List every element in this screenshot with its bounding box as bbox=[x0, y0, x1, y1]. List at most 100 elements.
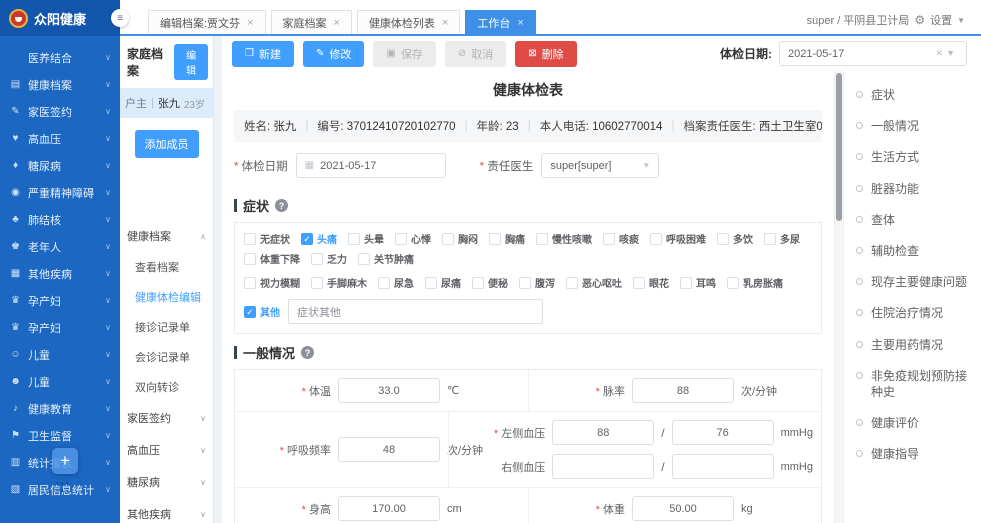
symptom-checkbox-体重下降[interactable]: 体重下降 bbox=[244, 251, 300, 266]
resp-input[interactable]: 48 bbox=[338, 437, 440, 462]
symptom-checkbox-视力模糊[interactable]: 视力模糊 bbox=[244, 275, 300, 290]
symptom-checkbox-慢性咳嗽[interactable]: 慢性咳嗽 bbox=[536, 231, 592, 246]
anchor-一般情况[interactable]: 一般情况 bbox=[856, 118, 973, 134]
height-input[interactable]: 170.00 bbox=[338, 496, 440, 521]
symptom-checkbox-无症状[interactable]: 无症状 bbox=[244, 231, 290, 246]
family-menu-糖尿病[interactable]: 糖尿病∨ bbox=[120, 466, 213, 498]
symptom-checkbox-心悸[interactable]: 心悸 bbox=[395, 231, 431, 246]
family-submenu-接诊记录单[interactable]: 接诊记录单 bbox=[120, 312, 213, 342]
sidebar-item-卫生监督[interactable]: ⚑卫生监督∨ bbox=[0, 422, 120, 449]
anchor-症状[interactable]: 症状 bbox=[856, 87, 973, 103]
symptom-checkbox-尿急[interactable]: 尿急 bbox=[378, 275, 414, 290]
sidebar-item-孕产妇[interactable]: ♛孕产妇∨ bbox=[0, 287, 120, 314]
symptom-checkbox-胸闷[interactable]: 胸闷 bbox=[442, 231, 478, 246]
exam-date-select[interactable]: 2021-05-17 ✕▼ bbox=[779, 41, 967, 66]
anchor-dot-icon bbox=[856, 309, 863, 316]
sidebar-item-家医签约[interactable]: ✎家医签约∨ bbox=[0, 98, 120, 125]
tab-4[interactable]: 工作台× bbox=[465, 10, 535, 34]
symptom-checkbox-手脚麻木[interactable]: 手脚麻木 bbox=[311, 275, 367, 290]
vertical-scrollbar[interactable] bbox=[834, 71, 843, 523]
family-submenu-会诊记录单[interactable]: 会诊记录单 bbox=[120, 342, 213, 372]
symptom-checkbox-眼花[interactable]: 眼花 bbox=[633, 275, 669, 290]
clear-icon[interactable]: ✕ bbox=[936, 48, 947, 58]
edit-family-button[interactable]: 编辑 bbox=[174, 44, 208, 80]
symptom-checkbox-耳鸣[interactable]: 耳鸣 bbox=[680, 275, 716, 290]
anchor-查体[interactable]: 查体 bbox=[856, 212, 973, 228]
anchor-非免疫规划预防接种史[interactable]: 非免疫规划预防接种史 bbox=[856, 368, 973, 400]
weight-input[interactable]: 50.00 bbox=[632, 496, 734, 521]
add-member-button[interactable]: 添加成员 bbox=[135, 130, 199, 158]
family-menu-家医签约[interactable]: 家医签约∨ bbox=[120, 402, 213, 434]
sidebar-item-其他疾病[interactable]: ▦其他疾病∨ bbox=[0, 260, 120, 287]
help-icon[interactable]: ? bbox=[301, 346, 314, 359]
anchor-住院治疗情况[interactable]: 住院治疗情况 bbox=[856, 305, 973, 321]
pulse-input[interactable]: 88 bbox=[632, 378, 734, 403]
bp-right-sys-input[interactable] bbox=[552, 454, 654, 479]
exam-date-input[interactable]: ▦ 2021-05-17 bbox=[296, 153, 446, 178]
symptom-checkbox-尿痛[interactable]: 尿痛 bbox=[425, 275, 461, 290]
tab-3[interactable]: 健康体检列表× bbox=[357, 10, 460, 34]
symptom-other-input[interactable]: 症状其他 bbox=[288, 299, 543, 324]
sidebar-item-孕产妇[interactable]: ♛孕产妇∨ bbox=[0, 314, 120, 341]
symptom-checkbox-便秘[interactable]: 便秘 bbox=[472, 275, 508, 290]
delete-button[interactable]: ⊠删除 bbox=[515, 41, 576, 67]
symptom-checkbox-乏力[interactable]: 乏力 bbox=[311, 251, 347, 266]
anchor-生活方式[interactable]: 生活方式 bbox=[856, 149, 973, 165]
sidebar-item-儿童[interactable]: ☻儿童∨ bbox=[0, 368, 120, 395]
temp-input[interactable]: 33.0 bbox=[338, 378, 440, 403]
symptom-checkbox-头晕[interactable]: 头晕 bbox=[348, 231, 384, 246]
sidebar-item-高血压[interactable]: ♥高血压∨ bbox=[0, 125, 120, 152]
symptom-checkbox-恶心呕吐[interactable]: 恶心呕吐 bbox=[566, 275, 622, 290]
family-menu-高血压[interactable]: 高血压∨ bbox=[120, 434, 213, 466]
sidebar-item-医养结合[interactable]: 医养结合∨ bbox=[0, 44, 120, 71]
sidebar-item-儿童[interactable]: ☺儿童∨ bbox=[0, 341, 120, 368]
anchor-脏器功能[interactable]: 脏器功能 bbox=[856, 181, 973, 197]
sidebar-item-严重精神障碍[interactable]: ◉严重精神障碍∨ bbox=[0, 179, 120, 206]
close-icon[interactable]: × bbox=[442, 17, 448, 29]
close-icon[interactable]: × bbox=[517, 17, 523, 29]
doctor-select[interactable]: super[super] ▼ bbox=[541, 153, 659, 178]
tab-1[interactable]: 编辑档案:贾文芬× bbox=[148, 10, 266, 34]
family-submenu-查看档案[interactable]: 查看档案 bbox=[120, 252, 213, 282]
family-menu-其他疾病[interactable]: 其他疾病∨ bbox=[120, 498, 213, 523]
sidebar-collapse-button[interactable]: ≡ bbox=[111, 9, 129, 27]
bp-left-sys-input[interactable]: 88 bbox=[552, 420, 654, 445]
symptom-checkbox-腹泻[interactable]: 腹泻 bbox=[519, 275, 555, 290]
symptom-checkbox-呼吸困难[interactable]: 呼吸困难 bbox=[650, 231, 706, 246]
floating-add-button[interactable]: + bbox=[52, 448, 78, 474]
symptom-checkbox-胸痛[interactable]: 胸痛 bbox=[489, 231, 525, 246]
bp-left-dia-input[interactable]: 76 bbox=[672, 420, 774, 445]
close-icon[interactable]: × bbox=[247, 17, 253, 29]
bp-right-dia-input[interactable] bbox=[672, 454, 774, 479]
settings-menu[interactable]: 设置 bbox=[930, 12, 952, 28]
sidebar-item-健康档案[interactable]: ▤健康档案∨ bbox=[0, 71, 120, 98]
anchor-健康指导[interactable]: 健康指导 bbox=[856, 446, 973, 462]
cancel-button[interactable]: ⊘取消 bbox=[445, 41, 506, 67]
close-icon[interactable]: × bbox=[334, 17, 340, 29]
symptom-checkbox-多饮[interactable]: 多饮 bbox=[717, 231, 753, 246]
sidebar-item-肺结核[interactable]: ♣肺结核∨ bbox=[0, 206, 120, 233]
anchor-主要用药情况[interactable]: 主要用药情况 bbox=[856, 337, 973, 353]
symptom-checkbox-多尿[interactable]: 多尿 bbox=[764, 231, 800, 246]
help-icon[interactable]: ? bbox=[275, 199, 288, 212]
family-member-row[interactable]: 户主 | 张九 23岁 bbox=[120, 88, 213, 118]
new-button[interactable]: ❐新建 bbox=[232, 41, 294, 67]
sidebar-item-糖尿病[interactable]: ♦糖尿病∨ bbox=[0, 152, 120, 179]
family-submenu-双向转诊[interactable]: 双向转诊 bbox=[120, 372, 213, 402]
sidebar-item-健康教育[interactable]: ♪健康教育∨ bbox=[0, 395, 120, 422]
scrollbar-thumb[interactable] bbox=[836, 73, 842, 221]
symptom-checkbox-乳房胀痛[interactable]: 乳房胀痛 bbox=[727, 275, 783, 290]
symptom-checkbox-头痛[interactable]: ✓头痛 bbox=[301, 231, 337, 246]
sidebar-item-老年人[interactable]: ♚老年人∨ bbox=[0, 233, 120, 260]
symptom-checkbox-咳痰[interactable]: 咳痰 bbox=[603, 231, 639, 246]
symptom-other-checkbox[interactable]: ✓ 其他 bbox=[244, 304, 280, 319]
family-submenu-健康体检编辑[interactable]: 健康体检编辑 bbox=[120, 282, 213, 312]
edit-button[interactable]: ✎修改 bbox=[303, 41, 364, 67]
anchor-现存主要健康问题[interactable]: 现存主要健康问题 bbox=[856, 274, 973, 290]
save-button[interactable]: ▣保存 bbox=[373, 41, 435, 67]
symptom-checkbox-关节肿痛[interactable]: 关节肿痛 bbox=[358, 251, 414, 266]
family-menu-健康档案[interactable]: 健康档案∧ bbox=[120, 220, 213, 252]
anchor-健康评价[interactable]: 健康评价 bbox=[856, 415, 973, 431]
tab-2[interactable]: 家庭档案× bbox=[271, 10, 352, 34]
anchor-辅助检查[interactable]: 辅助检查 bbox=[856, 243, 973, 259]
